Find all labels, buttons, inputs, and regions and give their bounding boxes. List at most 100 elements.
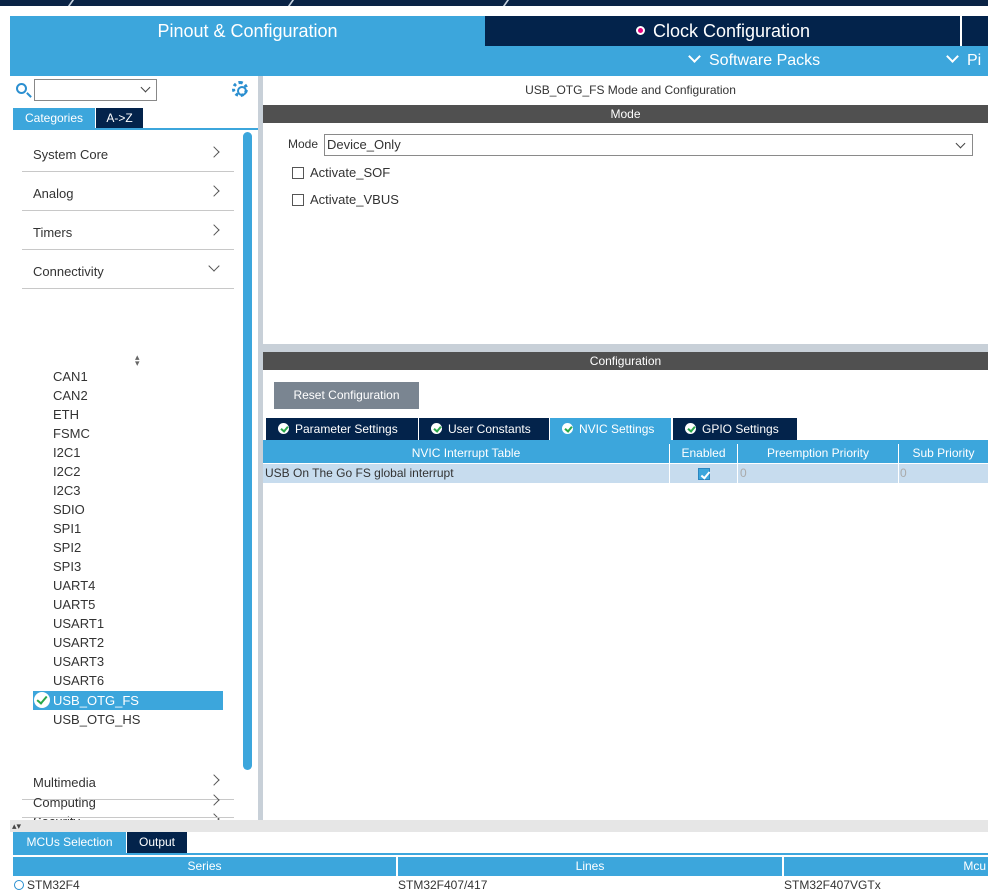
reset-configuration-button[interactable]: Reset Configuration xyxy=(274,382,419,409)
sort-icon[interactable]: ▴ ▾ xyxy=(135,353,140,368)
chevron-right-icon xyxy=(208,185,220,197)
column-separator xyxy=(669,464,670,483)
status-circle-icon xyxy=(14,880,24,890)
col-mcu[interactable]: Mcu xyxy=(784,857,988,876)
tab-pinout-configuration[interactable]: Pinout & Configuration xyxy=(10,16,485,46)
tab-label: NVIC Settings xyxy=(579,422,655,436)
mode-label: Mode xyxy=(288,137,319,151)
chevron-down-icon xyxy=(208,260,220,272)
nvic-preemption-value[interactable]: 0 xyxy=(740,464,760,483)
peripheral-item-selected[interactable]: USB_OTG_FS xyxy=(33,691,223,710)
nvic-enabled-checkbox[interactable] xyxy=(698,468,710,480)
search-row xyxy=(10,76,258,106)
peripheral-item[interactable]: USB_OTG_HS xyxy=(53,710,140,729)
activate-sof-checkbox[interactable]: Activate_SOF xyxy=(292,165,390,180)
strip-accent xyxy=(287,0,295,6)
peripheral-item[interactable]: I2C2 xyxy=(53,462,80,481)
nvic-col-interrupt[interactable]: NVIC Interrupt Table xyxy=(263,444,669,463)
nvic-col-enabled[interactable]: Enabled xyxy=(670,444,737,463)
cell-lines[interactable]: STM32F407/417 xyxy=(398,878,487,892)
checkbox-label: Activate_VBUS xyxy=(310,192,399,207)
category-connectivity[interactable]: Connectivity xyxy=(22,251,234,289)
peripheral-item[interactable]: USART1 xyxy=(53,614,104,633)
tab-clock-configuration[interactable]: Clock Configuration xyxy=(487,16,959,46)
search-icon[interactable] xyxy=(16,83,27,94)
configuration-header: Configuration xyxy=(263,352,988,370)
tab-output[interactable]: Output xyxy=(127,832,187,853)
category-analog[interactable]: Analog xyxy=(22,173,234,211)
warning-dot-icon xyxy=(635,26,645,35)
mode-select[interactable]: Device_Only xyxy=(324,134,973,156)
peripheral-item[interactable]: I2C3 xyxy=(53,481,80,500)
peripheral-item[interactable]: ETH xyxy=(53,405,79,424)
section-splitter[interactable] xyxy=(263,344,988,352)
tab-parameter-settings[interactable]: Parameter Settings xyxy=(266,418,418,440)
col-lines[interactable]: Lines xyxy=(398,857,782,876)
chevron-right-icon xyxy=(208,146,220,158)
page-title: USB_OTG_FS Mode and Configuration xyxy=(525,83,736,97)
peripheral-item[interactable]: SPI3 xyxy=(53,557,81,576)
strip-accent xyxy=(67,0,75,6)
tab-separator xyxy=(960,16,962,46)
peripheral-item[interactable]: FSMC xyxy=(53,424,90,443)
tab-nvic-settings[interactable]: NVIC Settings xyxy=(550,418,671,440)
main-tab-bar: Pinout & Configuration Clock Configurati… xyxy=(10,16,988,46)
pinout-view-label: Pi xyxy=(967,52,982,69)
peripheral-item[interactable]: SPI2 xyxy=(53,538,81,557)
activate-vbus-checkbox[interactable]: Activate_VBUS xyxy=(292,192,399,207)
nvic-col-preemption[interactable]: Preemption Priority xyxy=(738,444,898,463)
col-series[interactable]: Series xyxy=(13,857,396,876)
category-timers[interactable]: Timers xyxy=(22,212,234,250)
tab-gpio-settings[interactable]: GPIO Settings xyxy=(673,418,797,440)
strip-accent xyxy=(502,0,510,6)
nvic-col-sub-priority[interactable]: Sub Priority xyxy=(899,444,988,463)
checkbox-box[interactable] xyxy=(292,167,304,179)
nvic-interrupt-name: USB On The Go FS global interrupt xyxy=(265,466,454,480)
gear-icon[interactable] xyxy=(232,81,248,97)
tab-a-to-z[interactable]: A->Z xyxy=(96,108,143,128)
configuration-tabs: Parameter Settings User Constants NVIC S… xyxy=(263,418,988,440)
mode-value: Device_Only xyxy=(327,137,401,152)
bottom-panel-splitter[interactable]: ▴▾ xyxy=(10,820,988,832)
tab-user-constants[interactable]: User Constants xyxy=(419,418,549,440)
chevron-down-icon xyxy=(946,50,959,63)
category-label: Connectivity xyxy=(33,264,104,279)
category-label: System Core xyxy=(33,147,109,162)
nvic-sub-priority-value[interactable]: 0 xyxy=(900,464,920,483)
check-circle-icon xyxy=(431,423,442,434)
category-panel: Categories A->Z System Core Analog Timer… xyxy=(10,76,258,839)
category-computing[interactable]: Computing xyxy=(22,782,234,818)
software-packs-label: Software Packs xyxy=(709,52,821,69)
chevron-down-icon xyxy=(955,138,966,149)
category-scrollbar-thumb[interactable] xyxy=(243,132,252,770)
peripheral-item[interactable]: UART4 xyxy=(53,576,95,595)
peripheral-item[interactable]: I2C1 xyxy=(53,443,80,462)
peripheral-item[interactable]: SPI1 xyxy=(53,519,81,538)
category-system-core[interactable]: System Core xyxy=(22,134,234,172)
pinout-view-menu[interactable]: Pi xyxy=(946,50,982,70)
checkbox-box[interactable] xyxy=(292,194,304,206)
tab-mcus-selection[interactable]: MCUs Selection xyxy=(13,832,126,853)
peripheral-item[interactable]: USART3 xyxy=(53,652,104,671)
peripheral-item[interactable]: USART2 xyxy=(53,633,104,652)
collapse-panel-icon[interactable]: ▴▾ xyxy=(12,822,21,831)
tab-categories[interactable]: Categories xyxy=(13,108,95,128)
mode-header: Mode xyxy=(263,105,988,123)
cell-series-text: STM32F4 xyxy=(27,878,80,892)
peripheral-item[interactable]: CAN1 xyxy=(53,367,88,386)
peripheral-item[interactable]: USART6 xyxy=(53,671,104,690)
category-label: Timers xyxy=(33,225,73,240)
cell-mcu[interactable]: STM32F407VGTx xyxy=(784,878,881,892)
peripheral-item[interactable]: CAN2 xyxy=(53,386,88,405)
chevron-right-icon xyxy=(208,794,220,806)
search-input[interactable] xyxy=(34,79,157,101)
tab-label: Parameter Settings xyxy=(295,422,398,436)
cell-series[interactable]: STM32F4 xyxy=(14,878,80,892)
tab-label: User Constants xyxy=(448,422,531,436)
top-strip xyxy=(0,0,988,6)
software-packs-menu[interactable]: Software Packs xyxy=(688,50,821,70)
peripheral-item[interactable]: UART5 xyxy=(53,595,95,614)
peripheral-item[interactable]: SDIO xyxy=(53,500,85,519)
category-list: System Core Analog Timers Connectivity ▴… xyxy=(22,134,234,839)
chevron-right-icon xyxy=(208,224,220,236)
